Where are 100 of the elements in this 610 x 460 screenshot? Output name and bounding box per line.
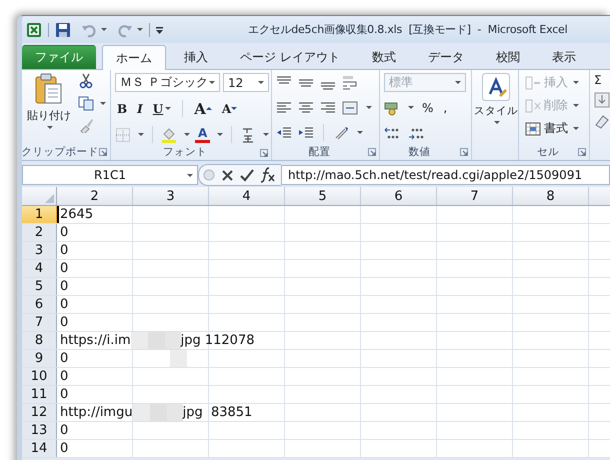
caret-icon[interactable] <box>573 127 579 130</box>
group-label: セル <box>537 144 559 158</box>
grow-font-button[interactable]: A <box>192 100 214 118</box>
ribbon-tab[interactable]: 表示 <box>538 45 590 69</box>
ribbon-tab[interactable]: データ <box>414 45 478 69</box>
align-center-icon[interactable] <box>298 100 314 116</box>
row-header[interactable]: 4 <box>22 260 57 277</box>
spreadsheet-logo-icon[interactable] <box>26 22 42 38</box>
dialog-launcher-icon[interactable] <box>460 148 468 156</box>
autosum-button[interactable]: Σ <box>594 73 610 87</box>
cancel-icon[interactable] <box>221 168 234 182</box>
font-color-button[interactable]: A <box>195 126 210 142</box>
row-header[interactable]: 9 <box>22 350 57 367</box>
enter-checkmark-icon[interactable] <box>240 168 254 182</box>
caret-icon[interactable] <box>263 133 270 136</box>
merge-center-icon[interactable] <box>342 100 358 116</box>
underline-button[interactable]: U <box>150 102 174 116</box>
row-header[interactable]: 6 <box>22 296 57 313</box>
currency-icon[interactable] <box>384 100 400 116</box>
caret-icon[interactable] <box>184 133 190 136</box>
ribbon-tab[interactable]: ページ レイアウト <box>226 45 354 69</box>
save-icon[interactable] <box>55 22 71 38</box>
increase-decimal-icon[interactable] <box>384 124 400 140</box>
up-arrow-icon <box>206 106 212 111</box>
paste-button[interactable]: 貼り付け <box>26 73 72 143</box>
cell-grid-icon[interactable] <box>525 120 541 136</box>
percent-button[interactable]: % <box>420 100 436 114</box>
row-header[interactable]: 10 <box>22 368 57 385</box>
column-header[interactable]: 7 <box>437 187 513 205</box>
column-header[interactable]: 3 <box>133 187 209 205</box>
cell-text: 0 <box>60 351 68 366</box>
caret-icon[interactable] <box>138 133 144 136</box>
cell-text: 0 <box>60 423 68 438</box>
insert-function-icon[interactable] <box>260 167 275 183</box>
customize-toolbar-icon[interactable] <box>156 26 163 34</box>
dialog-launcher-icon[interactable] <box>368 148 376 156</box>
eraser-icon[interactable] <box>594 113 610 129</box>
row-header[interactable]: 7 <box>22 314 57 331</box>
row-header[interactable]: 1 <box>22 206 57 223</box>
caret-icon[interactable] <box>101 28 107 31</box>
file-tab[interactable]: ファイル <box>22 45 96 69</box>
row-header[interactable]: 2 <box>22 224 57 241</box>
font-size-dropdown[interactable]: 12 <box>223 73 269 92</box>
formula-input[interactable]: http://mao.5ch.net/test/read.cgi/apple2/1509091 <box>281 165 610 185</box>
caret-icon[interactable] <box>366 106 372 109</box>
down-arrow-icon <box>231 106 238 111</box>
caret-icon[interactable] <box>494 121 500 124</box>
expand-handle-icon[interactable] <box>203 168 215 182</box>
copy-icon[interactable] <box>78 95 94 111</box>
text-orientation-icon[interactable] <box>333 124 349 140</box>
caret-icon[interactable] <box>357 131 363 134</box>
column-header[interactable]: 5 <box>285 187 361 205</box>
format-cells-button[interactable]: 書式 <box>523 119 581 138</box>
caret-icon[interactable] <box>187 174 193 177</box>
caret-icon[interactable] <box>137 28 143 31</box>
row-header[interactable]: 3 <box>22 242 57 259</box>
caret-icon[interactable] <box>258 81 264 84</box>
ribbon-tab[interactable]: ホーム <box>102 45 166 70</box>
row-header[interactable]: 5 <box>22 278 57 295</box>
wrap-text-icon[interactable] <box>342 74 358 90</box>
dialog-launcher-icon[interactable] <box>99 148 107 156</box>
caret-icon[interactable] <box>209 81 215 84</box>
row-header[interactable]: 11 <box>22 386 57 403</box>
decrease-indent-icon[interactable] <box>276 124 292 140</box>
name-box[interactable]: R1C1 <box>22 165 198 185</box>
column-header[interactable]: 8 <box>513 187 589 205</box>
italic-button[interactable]: I <box>135 102 145 116</box>
group-label: フォント <box>163 145 207 159</box>
increase-indent-icon[interactable] <box>298 124 314 140</box>
row-header[interactable]: 12 <box>22 404 57 421</box>
dialog-launcher-icon[interactable] <box>578 148 586 156</box>
shrink-font-button[interactable]: A <box>220 102 240 116</box>
group-label: 数値 <box>408 144 430 158</box>
fill-down-icon[interactable] <box>594 92 610 108</box>
clipboard-icon[interactable] <box>34 73 64 105</box>
caret-icon[interactable] <box>100 102 106 104</box>
column-header[interactable]: 4 <box>209 187 285 205</box>
bold-button[interactable]: B <box>115 102 130 116</box>
ribbon-tab[interactable]: 数式 <box>358 45 410 69</box>
dialog-launcher-icon[interactable] <box>260 149 268 157</box>
font-name-dropdown[interactable]: ＭＳ Ｐゴシック <box>115 73 220 92</box>
caret-icon[interactable] <box>47 126 53 129</box>
window-title: エクセルde5ch画像収集0.8.xls [互換モード] - Microsoft Excel <box>248 22 568 37</box>
align-right-icon[interactable] <box>320 100 336 116</box>
row-header[interactable]: 13 <box>22 422 57 439</box>
caret-icon[interactable] <box>165 107 172 110</box>
comma-button[interactable]: , <box>441 100 450 114</box>
row-header[interactable]: 8 <box>22 332 57 349</box>
column-header[interactable]: 2 <box>57 187 133 205</box>
caret-icon[interactable] <box>408 106 414 109</box>
align-left-icon[interactable] <box>276 100 292 116</box>
styles-button[interactable]: スタイル <box>472 73 520 143</box>
cell-text: 0 <box>60 387 68 402</box>
cell-text: 2645 <box>60 207 94 222</box>
ribbon-tab[interactable]: 挿入 <box>170 45 222 69</box>
style-icon[interactable] <box>482 73 510 101</box>
column-header[interactable]: 6 <box>361 187 437 205</box>
ribbon-tab[interactable]: 校閲 <box>482 45 534 69</box>
row-header[interactable]: 14 <box>22 440 57 457</box>
caret-icon[interactable] <box>217 133 224 136</box>
